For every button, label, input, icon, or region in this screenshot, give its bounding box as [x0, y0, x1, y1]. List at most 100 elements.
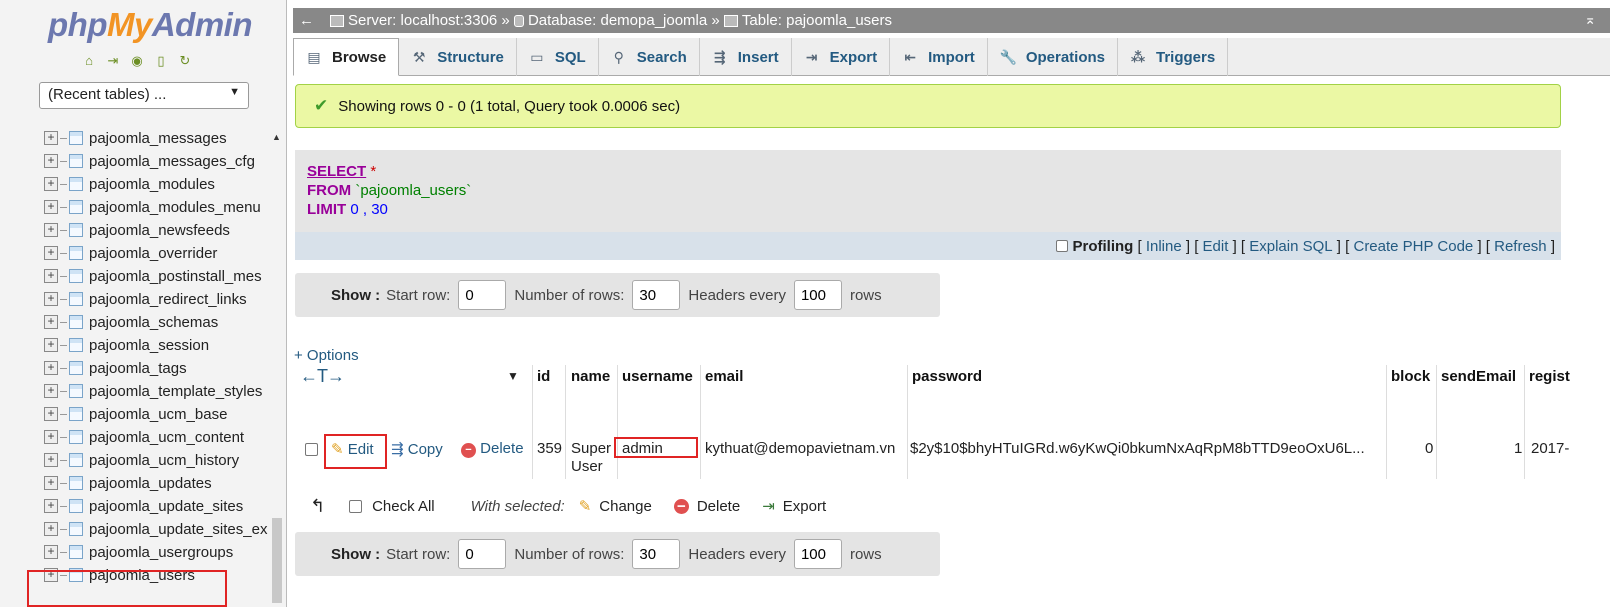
- table-icon[interactable]: [69, 476, 83, 490]
- phpmyadmin-logo[interactable]: phpMyAdmin: [48, 6, 253, 44]
- table-icon[interactable]: [69, 315, 83, 329]
- table-icon[interactable]: [69, 361, 83, 375]
- scroll-up-icon[interactable]: ▲: [272, 132, 281, 142]
- sort-dropdown-icon[interactable]: ▼: [507, 369, 519, 383]
- tree-item-label[interactable]: pajoomla_messages_cfg: [89, 153, 255, 170]
- home-icon[interactable]: ⌂: [80, 52, 98, 70]
- expand-icon[interactable]: +: [44, 246, 58, 260]
- explain-sql-link[interactable]: Explain SQL: [1249, 238, 1332, 255]
- edit-query-link[interactable]: Edit: [1203, 238, 1229, 255]
- tree-item-label[interactable]: pajoomla_overrider: [89, 245, 217, 262]
- row-copy-link[interactable]: ⇶ Copy: [391, 440, 443, 458]
- tree-item-table[interactable]: + pajoomla_schemas: [44, 311, 270, 333]
- expand-icon[interactable]: +: [44, 292, 58, 306]
- breadcrumb-database[interactable]: Database: demopa_joomla »: [528, 12, 720, 29]
- column-header-block[interactable]: block: [1391, 368, 1430, 385]
- tree-item-label[interactable]: pajoomla_newsfeeds: [89, 222, 230, 239]
- tab-browse[interactable]: ▤ Browse: [293, 38, 400, 76]
- expand-icon[interactable]: +: [44, 407, 58, 421]
- tree-item-label[interactable]: pajoomla_schemas: [89, 314, 218, 331]
- recent-tables-select[interactable]: (Recent tables) ... ▼: [39, 82, 249, 109]
- tab-sql[interactable]: ▭ SQL: [517, 38, 599, 76]
- expand-icon[interactable]: +: [44, 177, 58, 191]
- tree-item-table[interactable]: + pajoomla_template_styles: [44, 380, 270, 402]
- tree-item-label[interactable]: pajoomla_messages: [89, 130, 227, 147]
- query-window-icon[interactable]: ◉: [128, 52, 146, 70]
- tab-triggers[interactable]: ⁂ Triggers: [1118, 38, 1229, 76]
- table-icon[interactable]: [69, 384, 83, 398]
- tab-export[interactable]: ⇥ Export: [792, 38, 891, 76]
- reload-icon[interactable]: ↻: [176, 52, 194, 70]
- tree-item-table[interactable]: + pajoomla_usergroups: [44, 541, 270, 563]
- tree-item-label[interactable]: pajoomla_ucm_base: [89, 406, 227, 423]
- refresh-link[interactable]: Refresh: [1494, 238, 1547, 255]
- expand-icon[interactable]: +: [44, 200, 58, 214]
- tree-item-label[interactable]: pajoomla_modules_menu: [89, 199, 261, 216]
- tree-item-label[interactable]: pajoomla_session: [89, 337, 209, 354]
- column-header-sendemail[interactable]: sendEmail: [1441, 368, 1516, 385]
- table-icon[interactable]: [69, 269, 83, 283]
- check-all-checkbox[interactable]: [349, 499, 363, 513]
- cell-block[interactable]: 0: [1425, 440, 1433, 457]
- expand-icon[interactable]: +: [44, 269, 58, 283]
- cell-id[interactable]: 359: [537, 440, 562, 457]
- tab-insert[interactable]: ⇶ Insert: [700, 38, 792, 76]
- table-icon[interactable]: [69, 246, 83, 260]
- options-link[interactable]: + Options: [294, 347, 359, 364]
- tree-item-table[interactable]: + pajoomla_messages_cfg: [44, 150, 270, 172]
- tree-item-label[interactable]: pajoomla_modules: [89, 176, 215, 193]
- expand-icon[interactable]: +: [44, 131, 58, 145]
- table-icon[interactable]: [69, 154, 83, 168]
- row-delete-link[interactable]: − Delete: [461, 440, 524, 458]
- tree-item-table[interactable]: + pajoomla_updates: [44, 472, 270, 494]
- column-header-password[interactable]: password: [912, 368, 982, 385]
- tree-item-table[interactable]: + pajoomla_modules_menu: [44, 196, 270, 218]
- column-header-register-date[interactable]: regist: [1529, 368, 1570, 385]
- breadcrumb-table[interactable]: Table: pajoomla_users: [742, 12, 892, 29]
- collapse-icon[interactable]: ⌅: [1584, 11, 1596, 28]
- table-icon[interactable]: [69, 200, 83, 214]
- table-icon[interactable]: [69, 430, 83, 444]
- column-header-email[interactable]: email: [705, 368, 743, 385]
- tree-item-table[interactable]: + pajoomla_newsfeeds: [44, 219, 270, 241]
- tree-item-label[interactable]: pajoomla_ucm_history: [89, 452, 239, 469]
- column-header-username[interactable]: username: [622, 368, 693, 385]
- table-icon[interactable]: [69, 292, 83, 306]
- tree-item-label[interactable]: pajoomla_usergroups: [89, 544, 233, 561]
- table-icon[interactable]: [69, 453, 83, 467]
- inline-link[interactable]: Inline: [1146, 238, 1182, 255]
- expand-icon[interactable]: +: [44, 223, 58, 237]
- tree-item-table[interactable]: + pajoomla_messages: [44, 128, 270, 149]
- tree-item-label[interactable]: pajoomla_redirect_links: [89, 291, 247, 308]
- expand-icon[interactable]: +: [44, 499, 58, 513]
- tab-operations[interactable]: 🔧 Operations: [988, 38, 1118, 76]
- table-icon[interactable]: [69, 545, 83, 559]
- column-header-name[interactable]: name: [571, 368, 610, 385]
- bulk-export-button[interactable]: ⇥ Export: [762, 497, 826, 516]
- tree-item-table[interactable]: + pajoomla_postinstall_mes: [44, 265, 270, 287]
- tree-item-label[interactable]: pajoomla_update_sites: [89, 498, 243, 515]
- row-checkbox[interactable]: [305, 443, 318, 456]
- tree-item-label[interactable]: pajoomla_template_styles: [89, 383, 262, 400]
- tree-item-table[interactable]: + pajoomla_ucm_base: [44, 403, 270, 425]
- profiling-checkbox[interactable]: [1055, 240, 1068, 252]
- tree-item-label[interactable]: pajoomla_update_sites_ex: [89, 521, 267, 538]
- scrollbar-thumb[interactable]: [272, 518, 282, 603]
- docs-icon[interactable]: ▯: [152, 52, 170, 70]
- sql-keyword-select[interactable]: SELECT: [307, 163, 366, 180]
- expand-icon[interactable]: +: [44, 453, 58, 467]
- tree-item-label[interactable]: pajoomla_ucm_content: [89, 429, 244, 446]
- cell-register-date[interactable]: 2017-: [1531, 440, 1569, 457]
- tree-item-table[interactable]: + pajoomla_ucm_history: [44, 449, 270, 471]
- tree-item-table[interactable]: + pajoomla_update_sites: [44, 495, 270, 517]
- number-of-rows-input[interactable]: [632, 539, 681, 569]
- expand-icon[interactable]: +: [44, 522, 58, 536]
- expand-icon[interactable]: +: [44, 384, 58, 398]
- expand-icon[interactable]: +: [44, 315, 58, 329]
- tree-scrollbar[interactable]: ▲: [269, 128, 285, 607]
- table-icon[interactable]: [69, 499, 83, 513]
- expand-icon[interactable]: +: [44, 476, 58, 490]
- cell-password[interactable]: $2y$10$bhyHTuIGRd.w6yKwQi0bkumNxAqRpM8bT…: [910, 440, 1365, 457]
- column-header-id[interactable]: id: [537, 368, 550, 385]
- tree-item-label[interactable]: pajoomla_postinstall_mes: [89, 268, 262, 285]
